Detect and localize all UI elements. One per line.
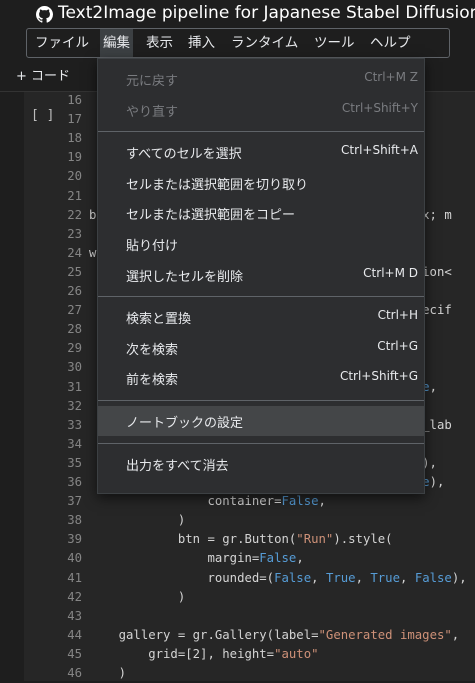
menu-item[interactable]: セルまたは選択範囲を切り取り — [98, 168, 424, 198]
line-number: 20 — [67, 169, 82, 184]
menu-item-shortcut: Ctrl+G — [377, 338, 418, 353]
menu-item[interactable]: 貼り付け — [98, 229, 424, 259]
line-number: 45 — [67, 646, 82, 661]
code-text[interactable]: container=False, — [89, 492, 325, 511]
line-number: 42 — [67, 589, 82, 604]
menu-item-label: 貼り付け — [126, 239, 179, 254]
menu-edit[interactable]: 編集 — [100, 29, 133, 57]
line-number: 38 — [67, 513, 82, 528]
menu-item-shortcut: Ctrl+Shift+Y — [341, 100, 418, 115]
code-text[interactable]: btn = gr.Button("Run").style( — [89, 530, 393, 549]
menu-item-label: ノートブックの設定 — [126, 416, 244, 431]
line-number: 35 — [67, 455, 82, 470]
menu-view[interactable]: 表示 — [143, 29, 176, 57]
menu-item-shortcut: Ctrl+Shift+A — [341, 143, 418, 158]
code-text[interactable]: w — [89, 244, 96, 263]
menu-item-label: 選択したセルを削除 — [126, 269, 244, 285]
menu-item-label: 元に戻す — [126, 74, 179, 89]
menu-item[interactable]: ノートブックの設定 — [98, 406, 424, 436]
menu-item-label: 次を検索 — [126, 342, 179, 358]
code-line[interactable]: 41 rounded=(False, True, True, False), — [0, 569, 475, 588]
code-line[interactable]: 46 ) — [0, 664, 475, 683]
code-line[interactable]: 43 — [0, 607, 475, 626]
line-number: 43 — [67, 608, 82, 623]
menu-item-label: セルまたは選択範囲をコピー — [126, 208, 296, 224]
menu-item-label: すべてのセルを選択 — [126, 147, 242, 163]
line-number: 18 — [67, 131, 82, 146]
menu-item[interactable]: 選択したセルを削除 Ctrl+M D — [98, 260, 424, 290]
code-line[interactable]: 42 ) — [0, 588, 475, 607]
line-number: 17 — [67, 112, 82, 127]
line-number: 46 — [67, 666, 82, 680]
code-line[interactable]: 45 grid=[2], height="auto" — [0, 645, 475, 664]
line-number: 24 — [67, 245, 82, 260]
code-text[interactable]: gallery = gr.Gallery(label="Generated im… — [89, 626, 460, 645]
menu-separator — [98, 131, 424, 133]
line-number: 31 — [67, 379, 82, 394]
line-number: 40 — [67, 551, 82, 566]
menu-item-label: やり直す — [126, 104, 179, 120]
line-number: 28 — [67, 322, 82, 337]
line-number: 22 — [67, 207, 82, 222]
code-line[interactable]: 44 gallery = gr.Gallery(label="Generated… — [0, 626, 475, 645]
menu-bar: ファイル 編集 表示 挿入 ランタイム ツール ヘルプ — [26, 28, 450, 58]
menu-item-label: 出力をすべて消去 — [126, 458, 229, 474]
code-line[interactable]: 38 ) — [0, 511, 475, 530]
line-number: 39 — [67, 532, 82, 547]
line-number: 41 — [67, 570, 82, 585]
code-line[interactable]: 39 btn = gr.Button("Run").style( — [0, 530, 475, 549]
menu-file[interactable]: ファイル — [32, 29, 92, 57]
menu-item-label: 前を検索 — [126, 373, 179, 389]
menu-item-shortcut: Ctrl+H — [377, 308, 418, 323]
code-line[interactable]: 40 margin=False, — [0, 549, 475, 568]
line-number: 37 — [67, 494, 82, 509]
line-number: 27 — [67, 303, 82, 318]
line-number: 16 — [67, 93, 82, 107]
add-code-button[interactable]: + コード — [16, 65, 70, 84]
line-number: 19 — [67, 150, 82, 165]
menu-item-shortcut: Ctrl+M Z — [364, 70, 418, 84]
line-number: 21 — [67, 188, 82, 203]
menu-item[interactable]: セルまたは選択範囲をコピー — [98, 198, 424, 228]
menu-item[interactable]: 前を検索 Ctrl+Shift+G — [98, 363, 424, 393]
menu-separator — [98, 442, 424, 444]
menu-item[interactable]: すべてのセルを選択 Ctrl+Shift+A — [98, 137, 424, 167]
menu-item-label: セルまたは選択範囲を切り取り — [126, 177, 309, 193]
menu-item-shortcut: Ctrl+M D — [363, 265, 418, 280]
menu-help[interactable]: ヘルプ — [367, 29, 414, 57]
menu-insert[interactable]: 挿入 — [185, 29, 218, 57]
menu-item-label: 検索と置換 — [126, 312, 192, 328]
menu-item[interactable]: 出力をすべて消去 — [98, 449, 424, 479]
menu-item: 元に戻す Ctrl+M Z — [98, 64, 424, 94]
menu-item-shortcut: Ctrl+Shift+G — [339, 369, 418, 384]
code-text[interactable]: rounded=(False, True, True, False), — [89, 569, 466, 588]
line-number: 29 — [67, 341, 82, 356]
edit-menu-dropdown: 元に戻す Ctrl+M Z やり直す Ctrl+Shift+Y すべてのセルを選択 Ctr… — [97, 58, 425, 494]
line-number: 36 — [67, 475, 82, 489]
menu-item[interactable]: 検索と置換 Ctrl+H — [98, 302, 424, 332]
menu-separator — [98, 400, 424, 401]
code-text[interactable]: margin=False, — [89, 549, 303, 568]
line-number: 30 — [67, 360, 82, 375]
github-icon — [36, 6, 53, 23]
menu-item: やり直す Ctrl+Shift+Y — [98, 95, 424, 125]
code-text[interactable]: grid=[2], height="auto" — [89, 645, 318, 664]
line-number: 33 — [67, 417, 82, 432]
line-number: 44 — [67, 627, 82, 642]
menu-runtime[interactable]: ランタイム — [228, 29, 301, 57]
code-text[interactable]: ) — [89, 511, 185, 530]
title-bar: Text2Image pipeline for Japanese Stabel … — [0, 0, 475, 28]
line-number: 26 — [67, 284, 82, 298]
code-text[interactable]: ) — [89, 588, 185, 607]
menu-item[interactable]: 次を検索 Ctrl+G — [98, 333, 424, 363]
line-number: 32 — [67, 398, 82, 413]
code-text[interactable]: ) — [89, 664, 126, 683]
menu-tools[interactable]: ツール — [311, 29, 358, 57]
menu-separator — [98, 296, 424, 298]
line-number: 23 — [67, 226, 82, 241]
notebook-title[interactable]: Text2Image pipeline for Japanese Stabel … — [58, 3, 475, 23]
line-number: 25 — [67, 264, 82, 279]
code-line[interactable]: 37 container=False, — [0, 492, 475, 511]
line-number: 34 — [67, 436, 82, 451]
